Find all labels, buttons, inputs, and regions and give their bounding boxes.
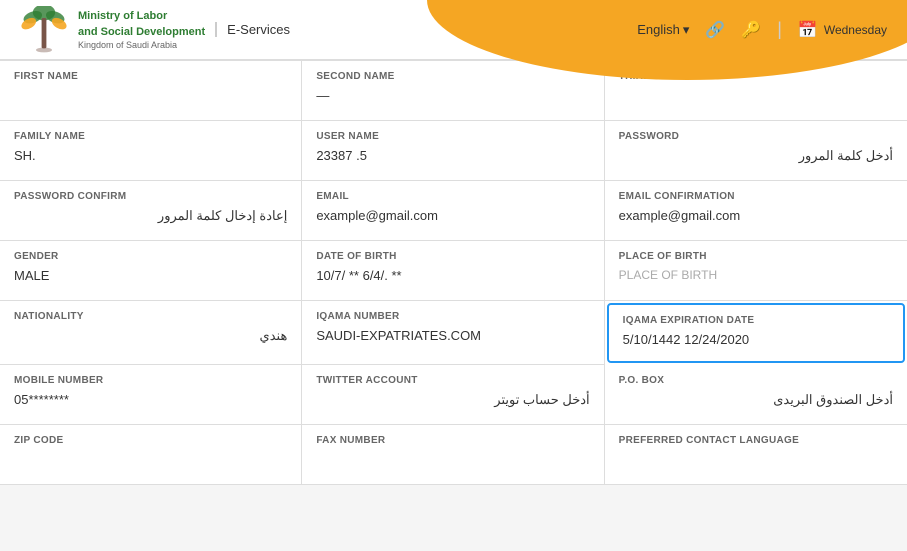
form-cell-fax-number: FAX NUMBER — [302, 425, 604, 485]
field-value: PLACE OF BIRTH — [619, 268, 893, 282]
form-cell-password-confirm: PASSWORD CONFIRM إعادة إدخال كلمة المرور — [0, 181, 302, 241]
logo-icon — [20, 6, 68, 54]
field-value: — — [316, 88, 589, 103]
form-cell-family-name: FAMILY NAME SH. — [0, 121, 302, 181]
link-icon-1[interactable]: 🔗 — [705, 20, 725, 40]
field-label: USER NAME — [316, 131, 589, 142]
field-label: P.O. BOX — [619, 375, 893, 386]
field-label: ZIP CODE — [14, 435, 287, 446]
field-label: PASSWORD — [619, 131, 893, 142]
field-label: NATIONALITY — [14, 311, 287, 322]
form-cell-iqama-expiration-date: IQAMA EXPIRATION DATE 5/10/1442 12/24/202… — [607, 303, 905, 363]
form-cell-zip-code: ZIP CODE — [0, 425, 302, 485]
field-value: MALE — [14, 268, 287, 283]
form-cell-second-name: SECOND NAME — — [302, 61, 604, 121]
form-cell-third-name: THIRD NAME — [605, 61, 907, 121]
form-container: FIRST NAME SECOND NAME — THIRD NAME FAMILY N… — [0, 60, 907, 485]
form-cell-gender: GENDER MALE — [0, 241, 302, 301]
field-label: GENDER — [14, 251, 287, 262]
form-cell-password: PASSWORD أدخل كلمة المرور — [605, 121, 907, 181]
calendar-icon: 📅 — [798, 20, 818, 40]
field-label: IQAMA EXPIRATION DATE — [623, 315, 889, 326]
field-value: example@gmail.com — [316, 208, 589, 223]
form-grid: FIRST NAME SECOND NAME — THIRD NAME FAMILY N… — [0, 60, 907, 485]
form-cell-place-of-birth: PLACE OF BIRTH PLACE OF BIRTH — [605, 241, 907, 301]
field-label: Preferred contact language — [619, 435, 893, 446]
form-cell-first-name: FIRST NAME — [0, 61, 302, 121]
field-value: example@gmail.com — [619, 208, 893, 223]
field-label: DATE OF BIRTH — [316, 251, 589, 262]
field-value: أدخل الصندوق البريدى — [619, 392, 893, 408]
field-label: EMAIL — [316, 191, 589, 202]
form-cell-po-box: P.O. BOX أدخل الصندوق البريدى — [605, 365, 907, 425]
field-label: IQAMA NUMBER — [316, 311, 589, 322]
field-value: SH. — [14, 148, 287, 163]
key-icon[interactable]: 🔑 — [741, 20, 761, 40]
eservices-label: E-Services — [215, 22, 290, 37]
field-label: PLACE OF BIRTH — [619, 251, 893, 262]
field-value: SAUDI-EXPATRIATES.COM — [316, 328, 589, 343]
form-cell-nationality: NATIONALITY هندي — [0, 301, 302, 365]
field-label: MOBILE NUMBER — [14, 375, 287, 386]
date-label: Wednesday — [824, 23, 887, 37]
logo-subtitle: Kingdom of Saudi Arabia — [78, 40, 205, 50]
form-cell-preferred-contact-language: Preferred contact language — [605, 425, 907, 485]
logo-text: Ministry of Labor and Social Development — [78, 9, 205, 40]
header-controls: English ▾ 🔗 🔑 | 📅 Wednesday — [637, 19, 887, 40]
field-value: 5/10/1442 12/24/2020 — [623, 332, 889, 347]
form-cell-email-confirmation: EMAIL CONFIRMATION example@gmail.com — [605, 181, 907, 241]
field-label: THIRD NAME — [619, 71, 893, 82]
header-divider: | — [777, 19, 782, 40]
language-button[interactable]: English ▾ — [637, 22, 689, 38]
field-label: TWITTER ACCOUNT — [316, 375, 589, 386]
field-label: SECOND NAME — [316, 71, 589, 82]
field-value: إعادة إدخال كلمة المرور — [14, 208, 287, 224]
field-label: FAMILY NAME — [14, 131, 287, 142]
field-label: FAX NUMBER — [316, 435, 589, 446]
form-cell-date-of-birth: DATE OF BIRTH 10/7/ ** 6/4/. ** — [302, 241, 604, 301]
page-header: Ministry of Labor and Social Development… — [0, 0, 907, 60]
form-cell-twitter-account: TWITTER ACCOUNT أدخل حساب تويتر — [302, 365, 604, 425]
form-cell-mobile-number: MOBILE NUMBER 05******** — [0, 365, 302, 425]
field-label: FIRST NAME — [14, 71, 287, 82]
field-value: 23387 .5 — [316, 148, 589, 163]
date-widget: 📅 Wednesday — [798, 20, 887, 40]
form-cell-email: EMAIL example@gmail.com — [302, 181, 604, 241]
field-value: 10/7/ ** 6/4/. ** — [316, 268, 589, 283]
form-cell-user-name: USER NAME 23387 .5 — [302, 121, 604, 181]
field-label: PASSWORD CONFIRM — [14, 191, 287, 202]
logo-area: Ministry of Labor and Social Development… — [20, 6, 290, 54]
field-value: أدخل حساب تويتر — [316, 392, 589, 408]
field-value: هندي — [14, 328, 287, 344]
field-label: EMAIL CONFIRMATION — [619, 191, 893, 202]
field-value: 05******** — [14, 392, 287, 407]
form-cell-iqama-number: IQAMA NUMBER SAUDI-EXPATRIATES.COM — [302, 301, 604, 365]
field-value: أدخل كلمة المرور — [619, 148, 893, 164]
